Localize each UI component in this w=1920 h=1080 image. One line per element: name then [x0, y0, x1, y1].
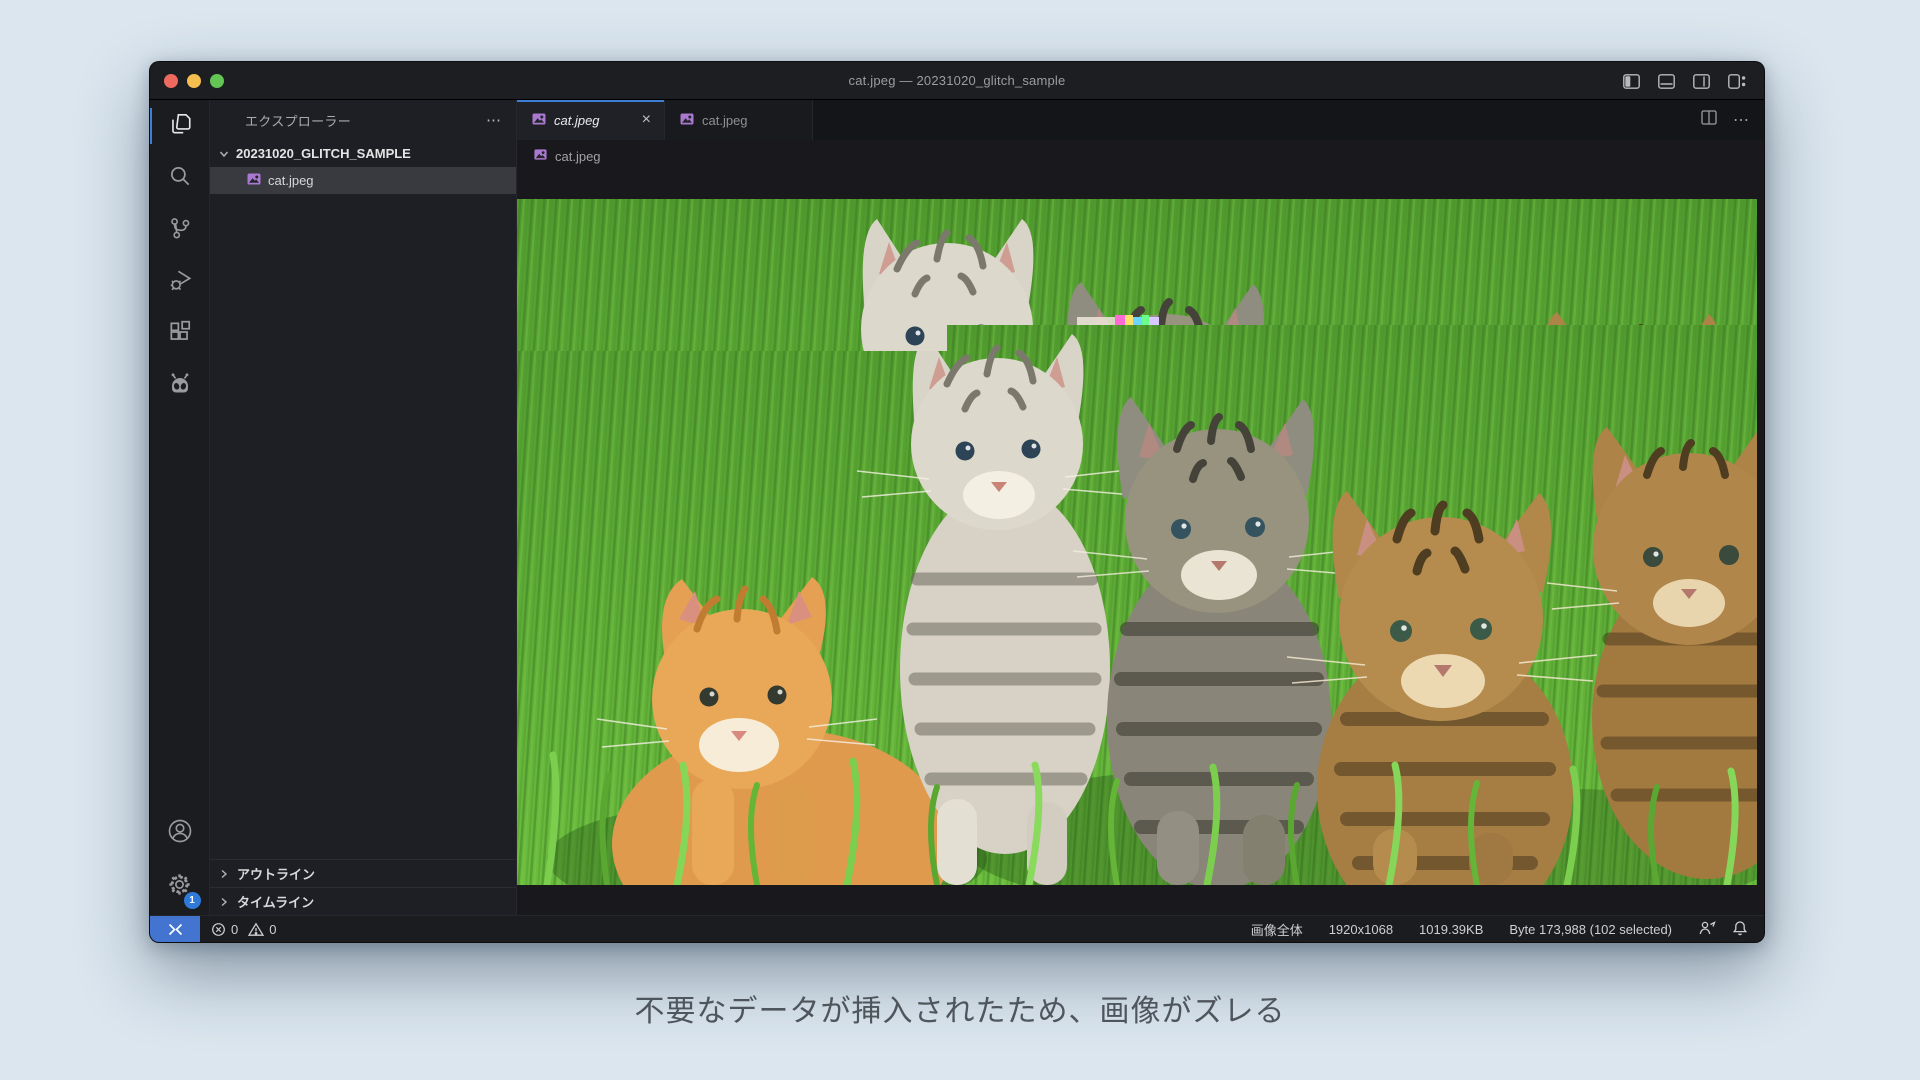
status-image-mode[interactable]: 画像全体	[1251, 920, 1303, 939]
problems-status-button[interactable]: 0 0	[211, 922, 276, 937]
explorer-sidebar: エクスプローラー ⋯ 20231020_GLITCH_SAMPLE cat.jp…	[210, 100, 517, 915]
image-file-icon	[531, 111, 547, 130]
status-file-size[interactable]: 1019.39KB	[1419, 922, 1483, 937]
more-actions-icon[interactable]: ⋯	[1733, 110, 1750, 130]
activity-ai-assistant-button[interactable]	[150, 360, 210, 412]
file-row-cat-jpeg[interactable]: cat.jpeg	[210, 167, 516, 194]
activity-explorer-button[interactable]	[150, 100, 210, 152]
activity-extensions-button[interactable]	[150, 308, 210, 360]
status-byte-selection[interactable]: Byte 173,988 (102 selected)	[1509, 922, 1672, 937]
status-image-dimensions[interactable]: 1920x1068	[1329, 922, 1393, 937]
image-file-icon	[679, 111, 695, 130]
vscode-window: cat.jpeg — 20231020_glitch_sample	[149, 61, 1765, 943]
close-tab-icon[interactable]: ×	[639, 111, 654, 129]
layout-customize-icon[interactable]	[1728, 74, 1746, 89]
remote-indicator-button[interactable]	[150, 916, 200, 943]
settings-badge: 1	[184, 892, 201, 909]
image-file-icon	[533, 147, 548, 165]
tab-cat-jpeg-inactive[interactable]: cat.jpeg	[665, 100, 813, 140]
account-icon	[166, 817, 194, 850]
breadcrumb-item: cat.jpeg	[555, 149, 601, 164]
titlebar: cat.jpeg — 20231020_glitch_sample	[150, 62, 1764, 100]
tab-cat-jpeg-active[interactable]: cat.jpeg ×	[517, 100, 665, 140]
layout-sidebar-left-icon[interactable]	[1623, 74, 1640, 89]
activity-search-button[interactable]	[150, 152, 210, 204]
layout-sidebar-right-icon[interactable]	[1693, 74, 1710, 89]
timeline-section-header[interactable]: タイムライン	[210, 887, 516, 915]
source-control-icon	[167, 215, 193, 246]
settings-button[interactable]: 1	[150, 859, 210, 915]
account-button[interactable]	[150, 807, 210, 859]
chevron-right-icon	[218, 896, 230, 908]
search-icon	[167, 163, 193, 194]
notifications-bell-icon[interactable]	[1732, 920, 1748, 939]
image-preview[interactable]	[517, 199, 1757, 885]
timeline-section-label: タイムライン	[237, 892, 314, 911]
tab-label: cat.jpeg	[554, 113, 632, 128]
errors-icon	[211, 922, 226, 937]
files-icon	[167, 111, 193, 142]
warning-count: 0	[269, 922, 276, 937]
extensions-icon	[167, 319, 193, 350]
image-file-icon	[246, 171, 262, 190]
warnings-icon	[248, 922, 264, 937]
glitched-cat-image	[517, 199, 1757, 885]
sidebar-title: エクスプローラー	[245, 111, 486, 130]
activity-source-control-button[interactable]	[150, 204, 210, 256]
caption-text: 不要なデータが挿入されたため、画像がズレる	[0, 986, 1920, 1030]
run-debug-icon	[167, 267, 193, 298]
outline-section-header[interactable]: アウトライン	[210, 859, 516, 887]
chevron-down-icon	[218, 148, 230, 160]
editor-area: cat.jpeg × cat.jpeg ⋯	[517, 100, 1764, 915]
error-count: 0	[231, 922, 238, 937]
window-title: cat.jpeg — 20231020_glitch_sample	[150, 73, 1764, 88]
activity-bar: 1	[150, 100, 210, 915]
tab-label: cat.jpeg	[702, 113, 802, 128]
folder-name: 20231020_GLITCH_SAMPLE	[236, 146, 411, 161]
feedback-icon[interactable]	[1698, 920, 1716, 939]
breadcrumb[interactable]: cat.jpeg	[517, 140, 1764, 172]
tab-bar: cat.jpeg × cat.jpeg ⋯	[517, 100, 1764, 140]
remote-icon	[168, 923, 183, 936]
outline-section-label: アウトライン	[237, 864, 315, 883]
status-bar: 0 0 画像全体 1920x1068 1019.39KB Byte 173,98…	[150, 915, 1764, 942]
chevron-right-icon	[218, 868, 230, 880]
file-name: cat.jpeg	[268, 173, 314, 188]
ai-assistant-icon	[166, 370, 194, 403]
split-editor-icon[interactable]	[1701, 110, 1717, 130]
layout-panel-icon[interactable]	[1658, 74, 1675, 89]
sidebar-more-actions-button[interactable]: ⋯	[486, 111, 502, 129]
folder-row[interactable]: 20231020_GLITCH_SAMPLE	[210, 140, 516, 167]
activity-run-debug-button[interactable]	[150, 256, 210, 308]
